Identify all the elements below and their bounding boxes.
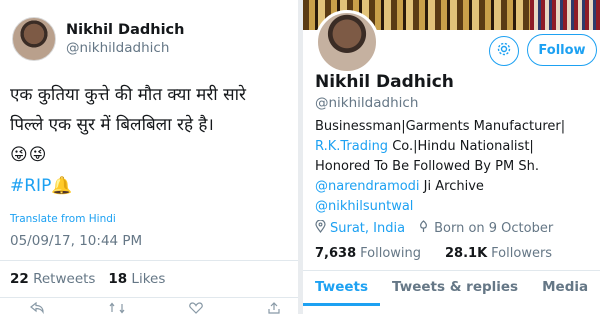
divider	[303, 270, 600, 271]
bio-text: Co.|Hindu Nationalist|	[388, 139, 534, 154]
tweet-actions	[30, 301, 280, 314]
share-icon[interactable]	[268, 302, 280, 314]
tweet-stats: 22 Retweets 18 Likes	[10, 271, 165, 287]
follow-counts: 7,638 Following 28.1K Followers	[315, 246, 552, 261]
bio-line: @nikhilsuntwal	[315, 197, 595, 217]
followers-label[interactable]: Followers	[491, 246, 552, 261]
retweets-count[interactable]: 22	[10, 271, 29, 287]
hashtag-link[interactable]: #RIP🔔	[10, 176, 73, 196]
followers-count[interactable]: 28.1K	[445, 246, 487, 261]
bio-line: R.K.Trading Co.|Hindu Nationalist|	[315, 137, 595, 157]
tab-tweets-replies[interactable]: Tweets & replies	[380, 276, 530, 306]
tab-tweets[interactable]: Tweets	[303, 276, 380, 306]
tweet-text-line: पिल्ले एक सुर में बिलबिला रहे है।	[10, 115, 214, 135]
profile-panel: Follow Nikhil Dadhich @nikhildadhich Bus…	[303, 0, 600, 314]
location-link[interactable]: Surat, India	[330, 221, 405, 236]
tweet-emojis: 😜😜	[10, 145, 48, 165]
tweet-panel: Nikhil Dadhich @nikhildadhich एक कुतिया …	[0, 0, 298, 314]
location-icon	[315, 219, 326, 237]
tweet-author-name[interactable]: Nikhil Dadhich	[66, 22, 184, 38]
avatar[interactable]	[12, 17, 56, 61]
bio-line: Honored To Be Followed By PM Sh.	[315, 159, 539, 174]
divider	[0, 297, 298, 298]
translate-link[interactable]: Translate from Hindi	[10, 213, 116, 225]
reply-icon[interactable]	[30, 301, 44, 314]
profile-meta: Surat, India Born on 9 October	[315, 219, 554, 237]
profile-avatar[interactable]	[315, 10, 379, 74]
retweets-label[interactable]: Retweets	[33, 271, 95, 287]
settings-button[interactable]	[489, 36, 519, 66]
profile-handle: @nikhildadhich	[315, 95, 419, 111]
likes-label[interactable]: Likes	[131, 271, 165, 287]
profile-bio: Businessman|Garments Manufacturer| R.K.T…	[315, 117, 595, 217]
gear-icon	[496, 41, 512, 61]
tweet-text-line: एक कुतिया कुत्ते की मौत क्या मरी सारे	[10, 85, 246, 105]
like-icon[interactable]	[189, 302, 204, 314]
profile-banner-pattern	[530, 0, 600, 30]
retweet-icon[interactable]	[109, 302, 125, 314]
birthday-text: Born on 9 October	[434, 221, 554, 236]
mention-link[interactable]: @nikhilsuntwal	[315, 199, 413, 214]
bio-line: @narendramodi Ji Archive	[315, 177, 595, 197]
likes-count[interactable]: 18	[108, 271, 127, 287]
following-count[interactable]: 7,638	[315, 246, 356, 261]
mention-link[interactable]: @narendramodi	[315, 179, 420, 194]
bio-link[interactable]: R.K.Trading	[315, 139, 388, 154]
following-label[interactable]: Following	[360, 246, 421, 261]
tweet-text: एक कुतिया कुत्ते की मौत क्या मरी सारे पि…	[10, 80, 290, 140]
profile-name: Nikhil Dadhich	[315, 72, 454, 92]
profile-tabs: Tweets Tweets & replies Media L	[303, 276, 600, 306]
birthday-icon	[417, 220, 430, 237]
follow-button[interactable]: Follow	[527, 34, 597, 66]
bio-line: Businessman|Garments Manufacturer|	[315, 119, 566, 134]
tweet-author-handle[interactable]: @nikhildadhich	[66, 40, 169, 56]
bio-text: Ji Archive	[419, 179, 484, 194]
divider	[0, 260, 298, 261]
tweet-timestamp: 05/09/17, 10:44 PM	[10, 233, 143, 249]
tab-media[interactable]: Media	[530, 276, 600, 306]
